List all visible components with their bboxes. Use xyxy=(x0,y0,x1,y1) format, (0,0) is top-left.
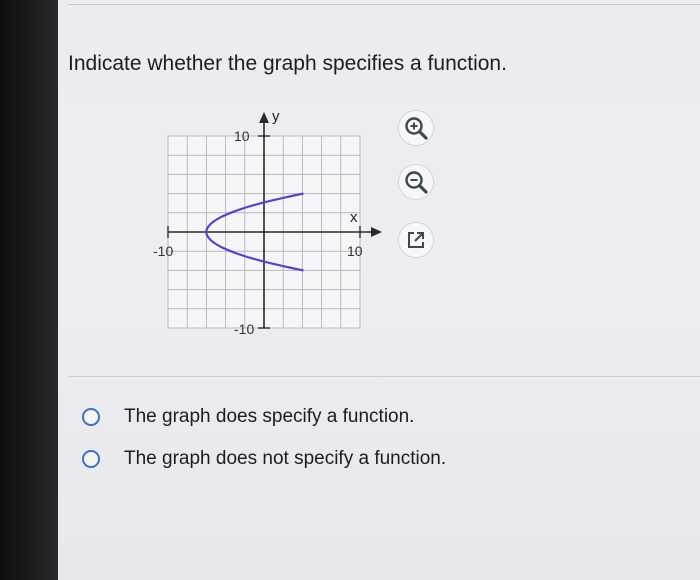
x-max-label: 10 xyxy=(347,243,363,259)
zoom-in-icon xyxy=(405,117,428,140)
radio-button[interactable] xyxy=(82,408,100,426)
option-label: The graph does specify a function. xyxy=(124,406,415,427)
external-link-icon xyxy=(408,232,424,248)
zoom-in-button[interactable] xyxy=(398,110,434,146)
screen: Indicate whether the graph specifies a f… xyxy=(58,0,700,580)
option-label: The graph does not specify a function. xyxy=(124,448,447,469)
answer-divider xyxy=(68,376,700,377)
question-text: Indicate whether the graph specifies a f… xyxy=(68,52,507,75)
zoom-out-button[interactable] xyxy=(398,164,434,200)
x-min-label: -10 xyxy=(153,243,173,259)
option-does-not-specify[interactable]: The graph does not specify a function. xyxy=(82,448,446,470)
y-axis-label: y xyxy=(272,108,280,125)
monitor-bezel xyxy=(0,0,58,580)
graph: y x 10 -10 -10 10 xyxy=(153,108,382,337)
y-axis-arrow xyxy=(259,112,269,123)
zoom-out-icon xyxy=(405,171,428,194)
top-divider xyxy=(68,4,700,5)
y-max-label: 10 xyxy=(234,128,250,144)
option-does-specify[interactable]: The graph does specify a function. xyxy=(82,406,414,428)
radio-button[interactable] xyxy=(82,450,100,468)
x-axis-label: x xyxy=(350,209,358,226)
x-axis-arrow xyxy=(371,227,382,237)
popout-button[interactable] xyxy=(398,222,434,258)
y-min-label: -10 xyxy=(234,321,254,337)
